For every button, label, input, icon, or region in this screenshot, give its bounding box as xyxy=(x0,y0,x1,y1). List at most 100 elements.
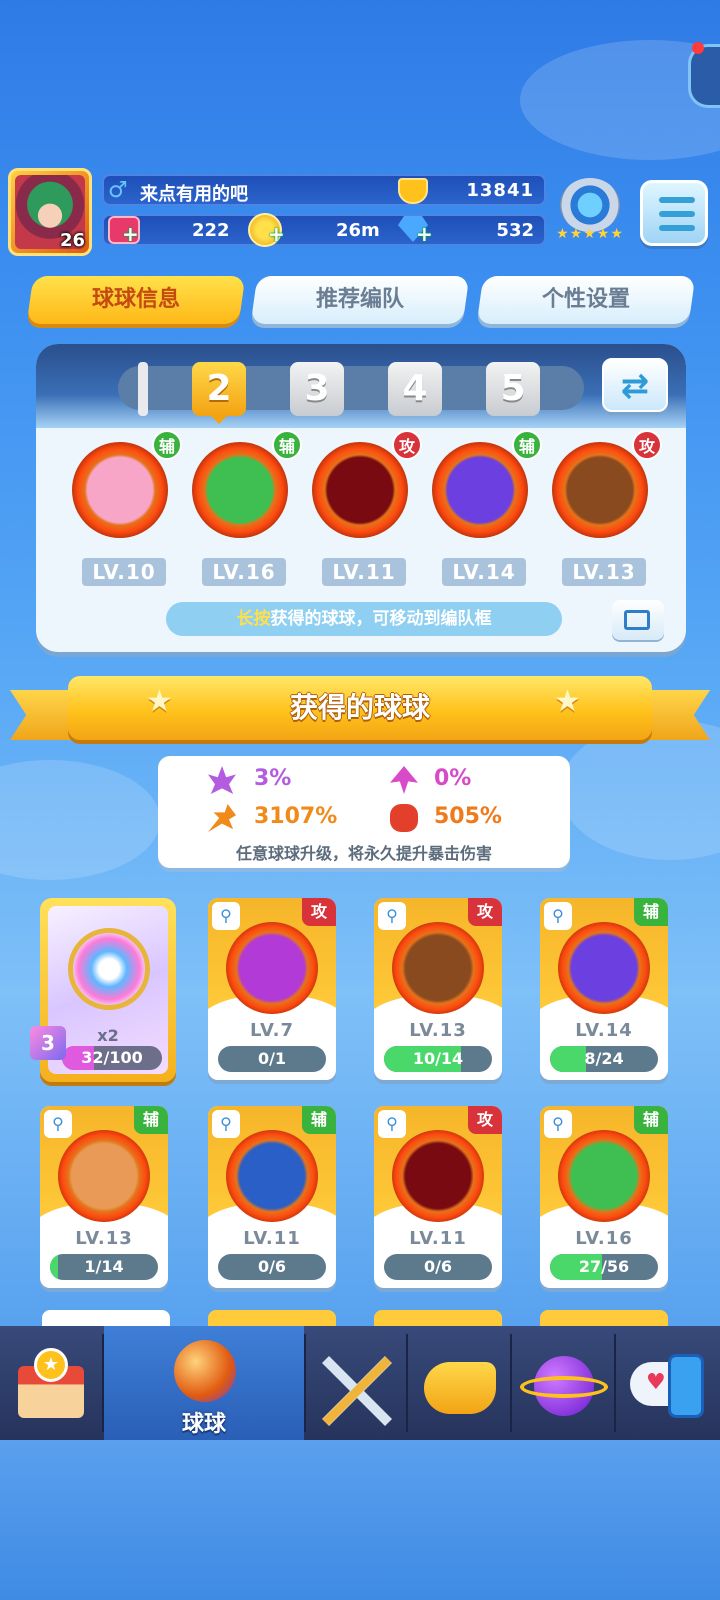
team-hint: 长按获得的球球，可移动到编队框 xyxy=(166,602,562,636)
team-ball-2[interactable] xyxy=(192,442,288,538)
trophy-icon xyxy=(398,178,428,204)
ticket-add-icon[interactable]: + xyxy=(122,222,139,246)
pin-icon[interactable]: ⚲ xyxy=(212,1110,240,1138)
card-progress-text: 0/6 xyxy=(423,1257,453,1276)
nav-whistle[interactable] xyxy=(408,1326,510,1440)
special-card[interactable]: x2 32/100 3 xyxy=(30,898,176,1082)
currency-bar: + 222 + 26m + 532 xyxy=(102,213,546,247)
edge-button[interactable] xyxy=(688,44,720,108)
active-slot-pointer xyxy=(209,414,229,424)
rank-emblem-icon[interactable]: ★★★★★ xyxy=(552,176,628,246)
pin-icon[interactable]: ⚲ xyxy=(544,1110,572,1138)
card-progress-text: 10/14 xyxy=(412,1049,464,1068)
stat-pierce: 0% xyxy=(434,766,472,791)
card-level: LV.11 xyxy=(409,1228,467,1249)
pierce-icon xyxy=(390,766,418,794)
team-slot-4[interactable]: 4 xyxy=(388,362,442,416)
team-ball-5[interactable] xyxy=(552,442,648,538)
tab-personal-settings[interactable]: 个性设置 xyxy=(476,276,696,324)
ball-card[interactable]: ⚲ 辅 LV.13 1/14 xyxy=(40,1106,168,1288)
team-ball-3[interactable] xyxy=(312,442,408,538)
ribbon-star-left-icon: ★ xyxy=(146,684,173,719)
team-ball-1[interactable] xyxy=(72,442,168,538)
ball-card[interactable]: ⚲ 辅 LV.14 8/24 xyxy=(540,898,668,1080)
partial-card-row xyxy=(40,1304,680,1330)
ball-card[interactable]: ⚲ 攻 LV.13 10/14 xyxy=(374,898,502,1080)
team-level-3: LV.11 xyxy=(322,558,406,586)
player-name: 来点有用的吧 xyxy=(140,184,248,205)
share-button[interactable] xyxy=(612,600,664,640)
ball-card[interactable]: ⚲ 攻 LV.7 0/1 xyxy=(208,898,336,1080)
pin-icon[interactable]: ⚲ xyxy=(212,902,240,930)
bottom-background xyxy=(0,1440,720,1600)
special-progress: 32/100 xyxy=(62,1046,162,1070)
team-role-badge-2: 辅 xyxy=(272,430,302,460)
card-level: LV.13 xyxy=(409,1020,467,1041)
team-slot-2[interactable]: 2 xyxy=(192,362,246,416)
pin-icon[interactable]: ⚲ xyxy=(544,902,572,930)
card-progress: 0/1 xyxy=(218,1046,326,1072)
special-progress-text: 32/100 xyxy=(81,1048,143,1067)
pin-icon[interactable]: ⚲ xyxy=(378,902,406,930)
crit-rate-icon xyxy=(208,766,236,794)
card-role-badge: 辅 xyxy=(634,1106,668,1134)
team-role-badge-5: 攻 xyxy=(632,430,662,460)
name-bar[interactable]: ♂ 来点有用的吧 13841 xyxy=(102,174,546,206)
card-role-badge: 攻 xyxy=(468,898,502,926)
card-level: LV.16 xyxy=(575,1228,633,1249)
card-role-badge: 攻 xyxy=(302,898,336,926)
team-role-badge-3: 攻 xyxy=(392,430,422,460)
planet-ring-icon xyxy=(520,1376,608,1398)
player-avatar[interactable]: 26 xyxy=(8,168,92,256)
card-ball xyxy=(558,1130,650,1222)
swap-team-button[interactable]: ⇄ xyxy=(602,358,668,412)
gem-add-icon[interactable]: + xyxy=(416,222,433,246)
card-progress: 27/56 xyxy=(550,1254,658,1280)
team-role-badge-1: 辅 xyxy=(152,430,182,460)
nav-active-label: 球球 xyxy=(181,1412,226,1437)
slot-divider xyxy=(138,362,148,416)
player-level: 26 xyxy=(59,230,85,251)
nav-battle[interactable] xyxy=(306,1326,408,1440)
card-ball xyxy=(392,1130,484,1222)
team-slot-3[interactable]: 3 xyxy=(290,362,344,416)
pin-icon[interactable]: ⚲ xyxy=(378,1110,406,1138)
tab-recommended-team[interactable]: 推荐编队 xyxy=(250,276,470,324)
special-count: x2 xyxy=(97,1026,119,1045)
nav-shop[interactable]: ★ xyxy=(0,1326,102,1440)
stat-crit-rate: 3% xyxy=(254,766,292,791)
tab-ball-info[interactable]: 球球信息 xyxy=(26,276,246,324)
tab-ball-info-label: 球球信息 xyxy=(91,287,180,312)
card-ball xyxy=(58,1130,150,1222)
phone-icon xyxy=(668,1354,704,1418)
nav-chat[interactable]: ♥ xyxy=(616,1326,718,1440)
card-level: LV.14 xyxy=(575,1020,633,1041)
stats-note: 任意球球升级，将永久提升暴击伤害 xyxy=(235,844,492,863)
pin-icon[interactable]: ⚲ xyxy=(44,1110,72,1138)
card-progress-text: 0/1 xyxy=(257,1049,287,1068)
card-role-badge: 辅 xyxy=(302,1106,336,1134)
team-level-2: LV.16 xyxy=(202,558,286,586)
ball-card[interactable]: ⚲ 攻 LV.11 0/6 xyxy=(374,1106,502,1288)
nav-planet[interactable] xyxy=(512,1326,614,1440)
card-role-badge: 辅 xyxy=(134,1106,168,1134)
card-level: LV.11 xyxy=(243,1228,301,1249)
card-progress-text: 8/24 xyxy=(584,1049,624,1068)
card-level: LV.7 xyxy=(250,1020,294,1041)
gold-add-icon[interactable]: + xyxy=(268,222,285,246)
ball-card[interactable]: ⚲ 辅 LV.16 27/56 xyxy=(540,1106,668,1288)
team-slot-5[interactable]: 5 xyxy=(486,362,540,416)
ball-card[interactable]: ⚲ 辅 LV.11 0/6 xyxy=(208,1106,336,1288)
gem-count: 532 xyxy=(496,220,534,241)
card-progress-text: 1/14 xyxy=(84,1257,124,1276)
card-role-badge: 攻 xyxy=(468,1106,502,1134)
card-level: LV.13 xyxy=(75,1228,133,1249)
special-badge: 3 xyxy=(30,1026,66,1060)
card-ball xyxy=(558,922,650,1014)
gender-icon: ♂ xyxy=(108,178,128,203)
balls-icon xyxy=(174,1340,236,1402)
ribbon-star-right-icon: ★ xyxy=(554,684,581,719)
hint-highlight: 长按 xyxy=(236,609,271,629)
team-ball-4[interactable] xyxy=(432,442,528,538)
menu-button[interactable] xyxy=(640,180,708,246)
